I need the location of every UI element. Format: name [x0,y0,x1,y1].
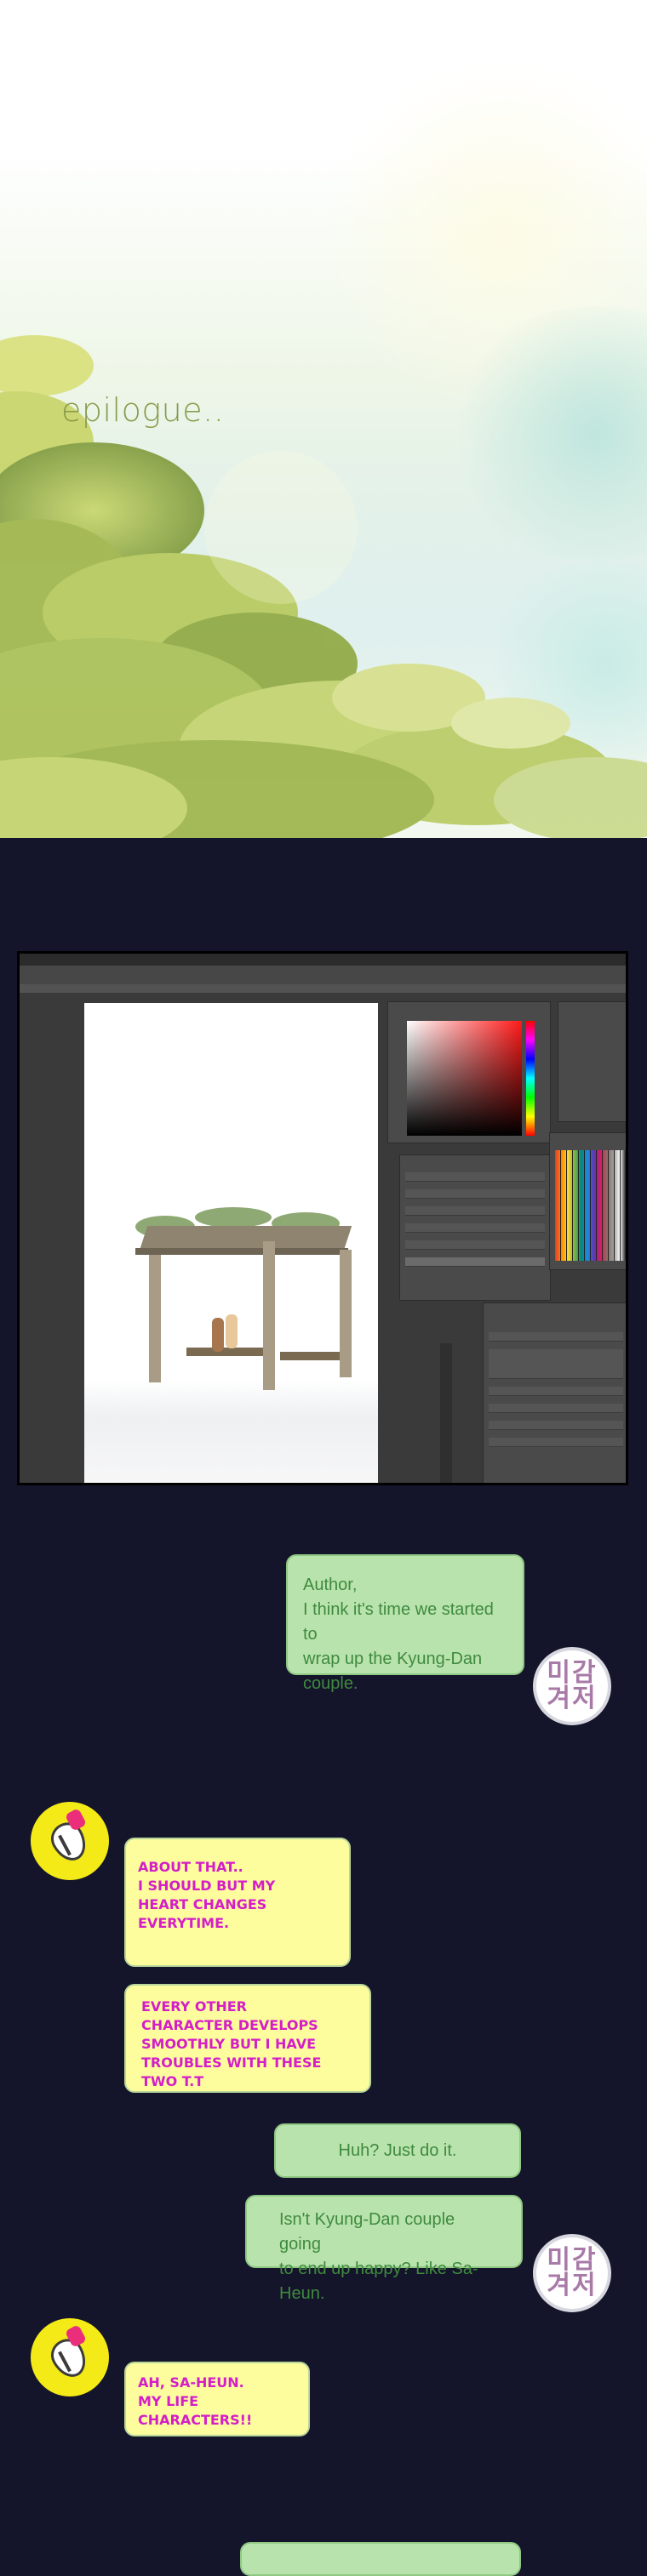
layer-row [489,1387,623,1396]
character-panel [558,1001,626,1122]
bubble-line: I think it's time we started to [303,1600,494,1644]
history-row [405,1206,545,1216]
bubble-line: to end up happy? Like Sa-Heun. [279,2260,478,2303]
bubble-line: Ah, Sa-Heun. [138,2374,244,2391]
character-figure [226,1314,238,1348]
layer-row [489,1421,623,1430]
swatch-grid [555,1150,626,1261]
options-bar [20,966,626,985]
reader-bubble-2: Huh? Just do it. [274,2123,521,2178]
layer-row [489,1404,623,1413]
layer-row-effects [489,1349,623,1379]
app-menubar [20,954,626,966]
bubble-line: character develops [141,2017,318,2033]
author-bubble-2: Every other character develops smoothly … [124,1984,371,2093]
bench [280,1352,340,1360]
history-row [405,1240,545,1250]
reader-bubble-3: Isn't Kyung-Dan couple going to end up h… [245,2195,523,2303]
bubble-line: Author, [303,1576,358,1594]
hue-slider [526,1021,535,1136]
layer-row [489,1332,623,1342]
layer-row [489,1438,623,1447]
bubble-line: Huh? Just do it. [338,2141,457,2160]
pergola-beam [135,1248,348,1255]
reader-avatar: 미감 겨저 [533,1647,611,1725]
swatches-panel [549,1132,626,1270]
color-panel [387,1001,551,1143]
bubble-line: I should but my [138,1878,276,1894]
layers-panel [483,1302,626,1483]
bubble-line: My life [138,2393,199,2409]
bubble-line: characters!! [138,2412,253,2428]
ruler [20,984,626,993]
bubble-line: two T.T [141,2073,204,2089]
avatar-label: 미감 겨저 [547,2248,597,2299]
history-row [405,1172,545,1182]
history-row [405,1223,545,1233]
reader-bubble-partial [240,2542,521,2576]
avatar-label-bottom: 겨저 [547,1684,598,1713]
photoshop-screenshot [17,951,628,1485]
character-figure [212,1318,224,1352]
author-bubble-1: About that.. I should but my heart chang… [124,1838,351,1967]
bubble-line: wrap up the Kyung-Dan couple. [303,1650,483,1693]
avatar-label: 미감 겨저 [547,1661,597,1712]
epilogue-title: epilogue.. [61,391,225,429]
history-row [405,1189,545,1199]
bubble-line: everytime. [138,1915,230,1931]
history-panel [399,1154,551,1301]
toolbox [440,1343,452,1483]
epilogue-hero-illustration: epilogue.. [0,0,647,838]
pergola-roof [140,1226,352,1248]
author-bubble-3: Ah, Sa-Heun. My life characters!! [124,2362,310,2436]
bubble-line: troubles with these [141,2055,322,2071]
color-picker [407,1021,522,1136]
vine-cluster [195,1207,272,1228]
bubble-line: About that.. [138,1859,243,1875]
bench [186,1348,263,1356]
pergola-post [340,1250,352,1377]
pergola-post [149,1255,161,1382]
bubble-line: smoothly but I have [141,2036,317,2052]
bubble-line: Isn't Kyung-Dan couple going [279,2210,455,2254]
author-pen-icon [31,1802,109,1880]
history-row-active [405,1257,545,1267]
reader-bubble-1: Author, I think it's time we started to … [286,1554,524,1693]
bubble-line: Every other [141,1998,247,2015]
avatar-label-bottom: 겨저 [547,2271,598,2300]
document-canvas [84,1003,378,1483]
author-pen-icon [31,2318,109,2396]
bubble-line: heart changes [138,1896,267,1912]
pergola-post [263,1241,275,1390]
reader-avatar: 미감 겨저 [533,2234,611,2312]
